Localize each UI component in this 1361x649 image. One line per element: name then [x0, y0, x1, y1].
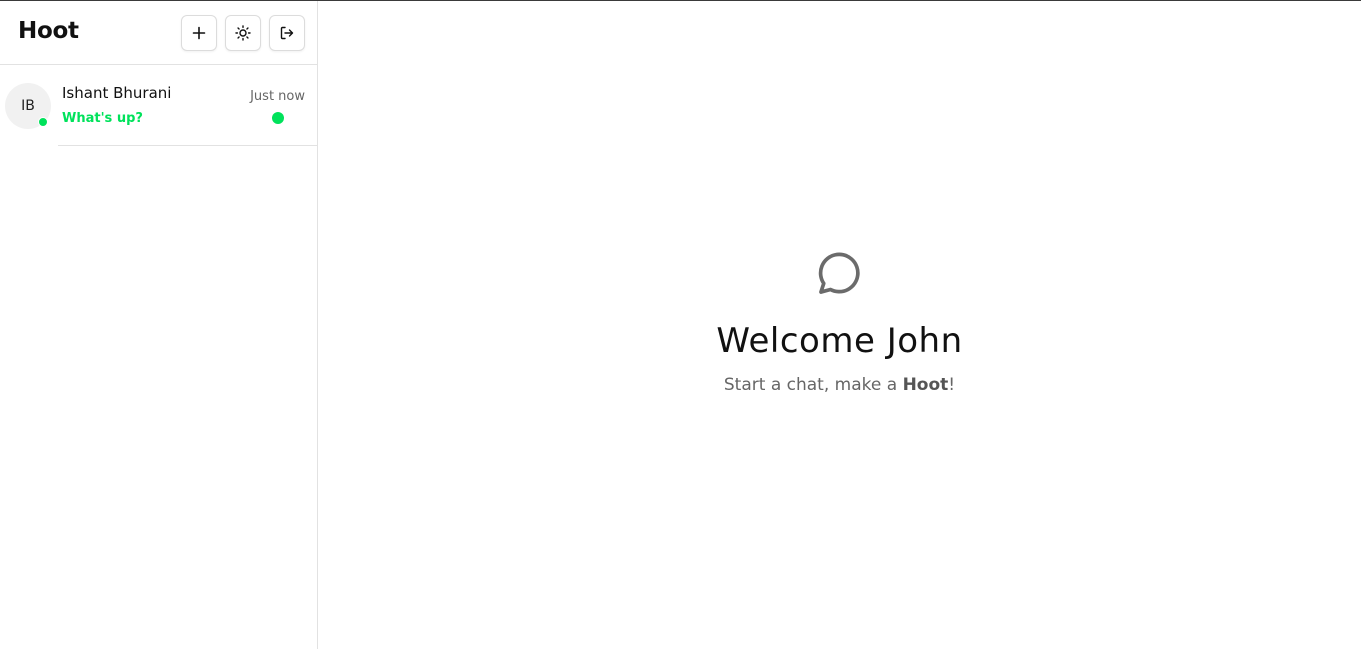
plus-icon	[192, 26, 206, 40]
message-timestamp: Just now	[250, 89, 305, 104]
sidebar: Hoot IB Ishant Bhurani What's up? Just n…	[0, 1, 318, 649]
subtitle-brand: Hoot	[902, 375, 949, 395]
app-title: Hoot	[18, 18, 79, 44]
welcome-title: Welcome John	[716, 321, 963, 361]
logout-icon	[280, 26, 294, 40]
welcome-section: Welcome John Start a chat, make a Hoot!	[318, 247, 1361, 395]
logout-button[interactable]	[269, 15, 305, 51]
new-chat-button[interactable]	[181, 15, 217, 51]
app-window: Hoot IB Ishant Bhurani What's up? Just n…	[0, 0, 1361, 649]
online-status-indicator	[38, 117, 48, 127]
message-circle-icon	[818, 252, 860, 294]
avatar-initials: IB	[21, 98, 35, 114]
subtitle-suffix: !	[948, 375, 956, 395]
welcome-subtitle: Start a chat, make a Hoot!	[318, 375, 1361, 395]
divider	[58, 145, 317, 146]
chat-list-item[interactable]: IB Ishant Bhurani What's up? Just now	[0, 66, 317, 146]
theme-toggle-button[interactable]	[225, 15, 261, 51]
contact-name: Ishant Bhurani	[62, 84, 172, 102]
unread-indicator	[272, 112, 284, 124]
sun-icon	[235, 25, 251, 41]
last-message-preview: What's up?	[62, 111, 143, 126]
main-panel: Welcome John Start a chat, make a Hoot!	[318, 1, 1361, 649]
subtitle-prefix: Start a chat, make a	[723, 375, 903, 395]
sidebar-header: Hoot	[0, 1, 317, 65]
